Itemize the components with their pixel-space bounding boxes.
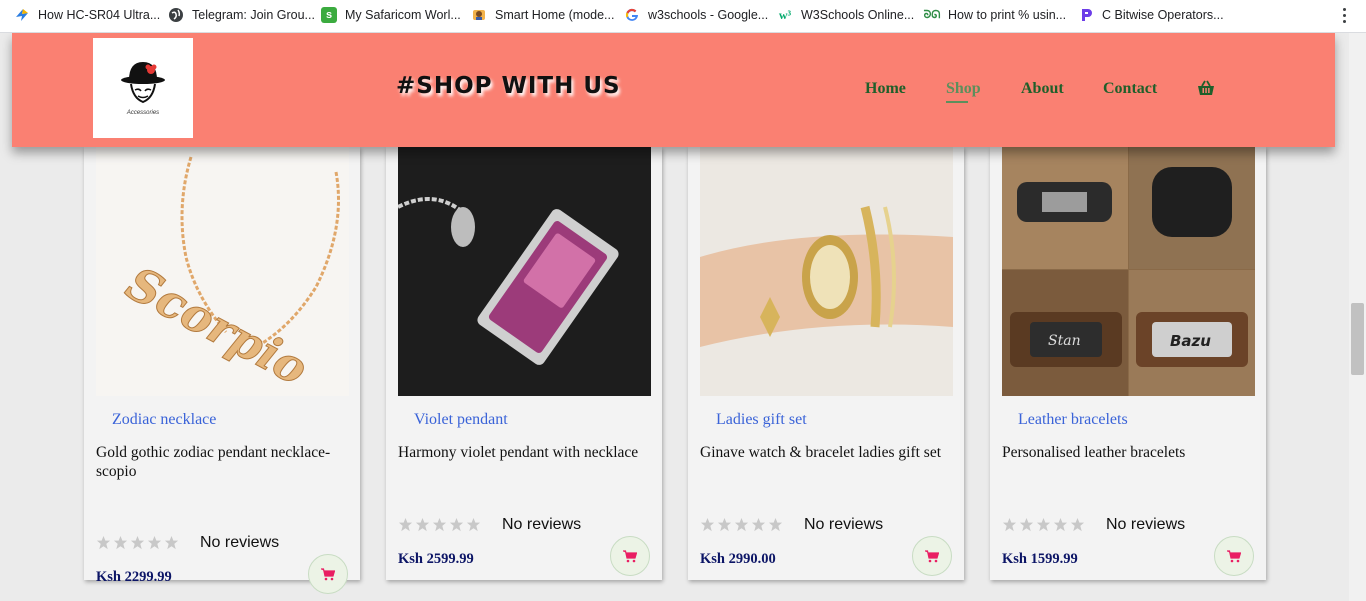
star-icon (432, 517, 447, 532)
bookmark-safaricom[interactable]: s My Safaricom Worl... (321, 0, 461, 30)
product-title: Harmony violet pendant with necklace (398, 444, 639, 461)
product-price: Ksh 2990.00 (700, 551, 776, 567)
bookmarks-bar: How HC-SR04 Ultra... Telegram: Join Grou… (0, 0, 1366, 33)
review-count: No reviews (1106, 516, 1186, 533)
cart-icon (1227, 549, 1241, 562)
product-image-bracelets[interactable]: Stan Bazu (1002, 147, 1255, 396)
bookmark-w3schools[interactable]: w³ W3Schools Online... (777, 0, 914, 30)
product-card[interactable]: Ladies gift set Ginave watch & bracelet … (688, 147, 964, 580)
bookmark-label: My Safaricom Worl... (345, 8, 461, 22)
star-icon (415, 517, 430, 532)
product-card[interactable]: Stan Bazu Leather bracelets Personalised… (990, 147, 1266, 580)
star-icon (1070, 517, 1085, 532)
logo[interactable]: Accessories (93, 38, 193, 138)
star-icon (164, 535, 179, 550)
cart-icon (321, 567, 335, 580)
bookmark-google[interactable]: w3schools - Google... (624, 0, 768, 30)
product-title: Personalised leather bracelets (1002, 444, 1186, 461)
star-icon (1019, 517, 1034, 532)
page-content: Accessories #SHOP WITH US Home Shop Abou… (0, 33, 1349, 601)
bookmark-label: Telegram: Join Grou... (192, 8, 315, 22)
star-icon (449, 517, 464, 532)
cart-icon (623, 549, 637, 562)
bookmark-label: W3Schools Online... (801, 8, 915, 22)
add-to-cart-button[interactable] (610, 536, 650, 576)
svg-text:Scorpio: Scorpio (118, 256, 317, 396)
product-category-link[interactable]: Ladies gift set (716, 411, 807, 429)
star-icon (1053, 517, 1068, 532)
product-category-link[interactable]: Zodiac necklace (112, 411, 216, 429)
review-count: No reviews (502, 516, 582, 533)
add-to-cart-button[interactable] (912, 536, 952, 576)
site-header: Accessories #SHOP WITH US Home Shop Abou… (12, 33, 1335, 147)
lightning-icon (14, 7, 30, 23)
bookmark-label: How to print % usin... (948, 8, 1067, 22)
product-card[interactable]: Scorpio Zodiac necklace Gold gothic zodi… (84, 147, 360, 594)
bookmark-hc-sr04[interactable]: How HC-SR04 Ultra... (14, 0, 160, 30)
star-icon (700, 517, 715, 532)
star-icon (96, 535, 111, 550)
star-icon (130, 535, 145, 550)
product-category-link[interactable]: Leather bracelets (1018, 411, 1128, 429)
person-icon (471, 7, 487, 23)
product-image-pendant[interactable] (398, 147, 651, 396)
bookmark-telegram[interactable]: Telegram: Join Grou... (168, 0, 315, 30)
review-count: No reviews (200, 534, 280, 551)
bookmark-smart-home[interactable]: Smart Home (mode... (471, 0, 614, 30)
site-brand: #SHOP WITH US (396, 73, 621, 99)
add-to-cart-button[interactable] (1214, 536, 1254, 576)
star-icon (717, 517, 732, 532)
star-icon (466, 517, 481, 532)
bookmark-geeks[interactable]: ᘐᘏ How to print % usin... (923, 0, 1067, 30)
star-icon (1002, 517, 1017, 532)
star-icon (398, 517, 413, 532)
product-title: Gold gothic zodiac pendant necklace-scop… (96, 444, 331, 480)
bookmark-programiz[interactable]: C Bitwise Operators... (1078, 0, 1224, 30)
nav-about[interactable]: About (1021, 80, 1064, 98)
nav-contact[interactable]: Contact (1103, 80, 1157, 98)
globe-icon (168, 7, 184, 23)
rating-stars (1002, 517, 1085, 532)
product-title: Ginave watch & bracelet ladies gift set (700, 444, 942, 461)
add-to-cart-button[interactable] (308, 554, 348, 594)
star-icon (113, 535, 128, 550)
rating-stars (398, 517, 481, 532)
nav-active-underline (946, 101, 968, 103)
product-card[interactable]: Violet pendant Harmony violet pendant wi… (386, 147, 662, 580)
cart-icon (925, 549, 939, 562)
bookmark-label: w3schools - Google... (648, 8, 769, 22)
star-icon (751, 517, 766, 532)
nav-shop[interactable]: Shop (946, 80, 981, 98)
scrollbar-thumb[interactable] (1351, 303, 1364, 375)
product-category-link[interactable]: Violet pendant (414, 411, 508, 429)
product-price: Ksh 2299.99 (96, 569, 172, 585)
star-icon (768, 517, 783, 532)
logo-caption: Accessories (126, 110, 160, 116)
basket-icon[interactable] (1197, 80, 1215, 101)
programiz-icon (1078, 7, 1094, 23)
product-image-necklace[interactable]: Scorpio (96, 147, 349, 396)
w3schools-icon: w³ (778, 7, 792, 22)
bookmark-label: How HC-SR04 Ultra... (38, 8, 161, 22)
star-icon (734, 517, 749, 532)
rating-stars (96, 535, 179, 550)
star-icon (147, 535, 162, 550)
review-count: No reviews (804, 516, 884, 533)
google-icon (624, 7, 640, 23)
safaricom-icon: s (321, 7, 337, 23)
bookmark-label: C Bitwise Operators... (1102, 8, 1224, 22)
product-price: Ksh 1599.99 (1002, 551, 1078, 567)
more-bookmarks-icon[interactable] (1336, 6, 1352, 24)
rating-stars (700, 517, 783, 532)
product-image-gift-set[interactable] (700, 147, 953, 396)
geeks-icon: ᘐᘏ (923, 8, 941, 21)
bookmark-label: Smart Home (mode... (495, 8, 615, 22)
nav-home[interactable]: Home (865, 80, 906, 98)
svg-text:Bazu: Bazu (1170, 332, 1211, 350)
svg-text:Stan: Stan (1048, 333, 1081, 349)
product-price: Ksh 2599.99 (398, 551, 474, 567)
hat-logo-icon (121, 62, 165, 104)
star-icon (1036, 517, 1051, 532)
